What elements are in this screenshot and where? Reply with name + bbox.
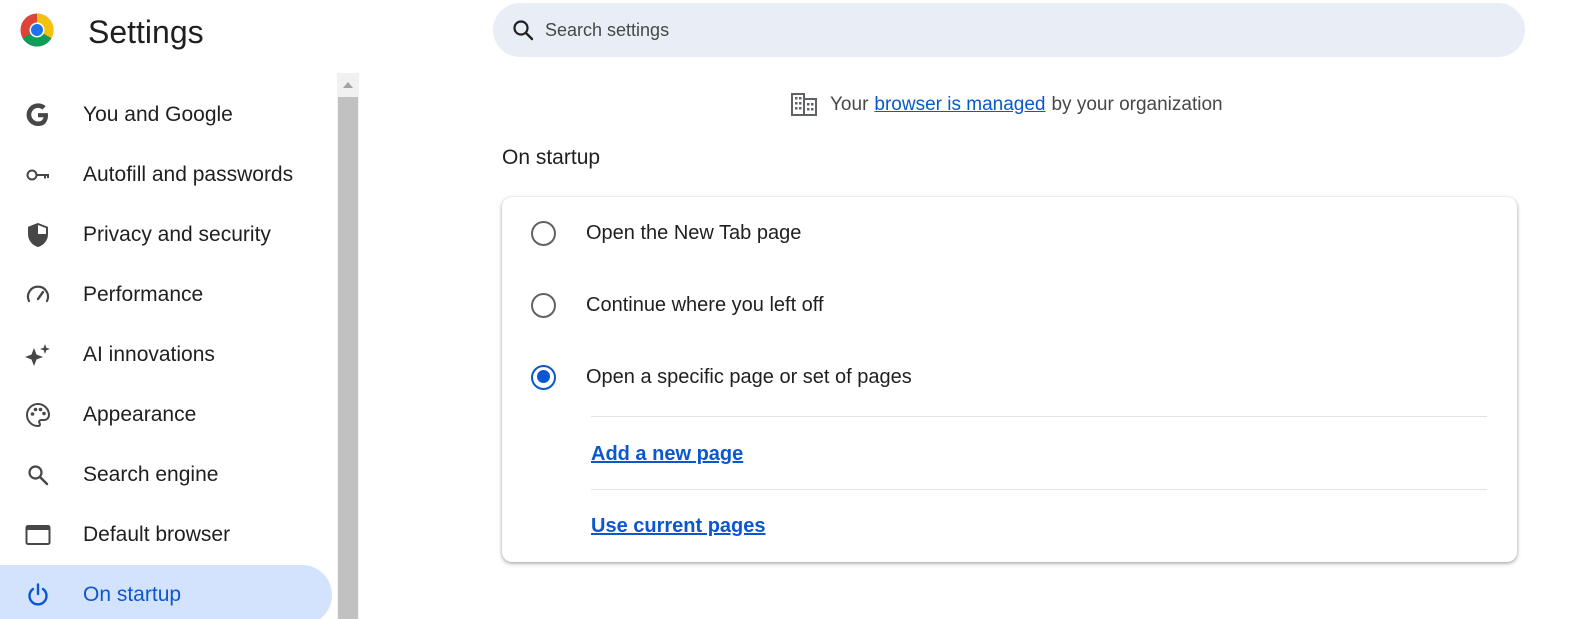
use-current-pages-link[interactable]: Use current pages bbox=[591, 515, 766, 538]
sidebar-item-default-browser[interactable]: Default browser bbox=[0, 505, 332, 565]
use-current-row: Use current pages bbox=[591, 506, 766, 546]
sparkle-icon bbox=[24, 341, 52, 369]
key-icon bbox=[24, 161, 52, 189]
palette-icon bbox=[24, 401, 52, 429]
sidebar-nav: You and Google Autofill and passwords Pr… bbox=[0, 85, 336, 619]
building-icon bbox=[791, 93, 817, 116]
google-g-icon bbox=[24, 101, 52, 129]
sidebar-item-label: Default browser bbox=[83, 523, 231, 546]
radio-button[interactable] bbox=[531, 292, 556, 318]
managed-notice: Your browser is managed by your organiza… bbox=[790, 90, 1223, 120]
sidebar-item-label: Autofill and passwords bbox=[83, 163, 294, 186]
search-icon bbox=[24, 461, 52, 489]
managed-prefix: Your bbox=[830, 94, 869, 115]
search-input[interactable] bbox=[545, 19, 1445, 41]
sidebar-item-label: Search engine bbox=[83, 463, 219, 486]
sidebar-item-you-and-google[interactable]: You and Google bbox=[0, 85, 332, 145]
search-bar[interactable] bbox=[493, 3, 1525, 57]
radio-label: Open the New Tab page bbox=[586, 221, 802, 244]
add-new-page-link[interactable]: Add a new page bbox=[591, 443, 743, 466]
scroll-up-arrow-icon[interactable] bbox=[337, 73, 359, 97]
sidebar-item-search-engine[interactable]: Search engine bbox=[0, 445, 332, 505]
sidebar-item-autofill[interactable]: Autofill and passwords bbox=[0, 145, 332, 205]
sidebar-item-label: Performance bbox=[83, 283, 204, 306]
shield-icon bbox=[24, 221, 52, 249]
chrome-logo-icon bbox=[19, 12, 55, 48]
divider bbox=[591, 416, 1487, 417]
scroll-thumb[interactable] bbox=[338, 97, 358, 619]
radio-row-continue[interactable]: Continue where you left off bbox=[502, 275, 1517, 335]
radio-label: Open a specific page or set of pages bbox=[586, 365, 912, 388]
speedometer-icon bbox=[24, 281, 52, 309]
section-title: On startup bbox=[502, 146, 601, 169]
sidebar-item-privacy[interactable]: Privacy and security bbox=[0, 205, 332, 265]
radio-label: Continue where you left off bbox=[586, 293, 824, 316]
radio-row-specific-pages[interactable]: Open a specific page or set of pages bbox=[502, 347, 1517, 407]
sidebar-item-on-startup[interactable]: On startup bbox=[0, 565, 332, 619]
sidebar-item-appearance[interactable]: Appearance bbox=[0, 385, 332, 445]
browser-window-icon bbox=[24, 521, 52, 549]
sidebar-item-label: AI innovations bbox=[83, 343, 215, 366]
radio-button[interactable] bbox=[531, 220, 556, 246]
radio-row-new-tab[interactable]: Open the New Tab page bbox=[502, 203, 1517, 263]
add-page-row: Add a new page bbox=[591, 434, 743, 474]
sidebar-item-label: You and Google bbox=[83, 103, 233, 126]
browser-managed-link[interactable]: browser is managed bbox=[874, 94, 1045, 116]
search-icon bbox=[513, 20, 534, 41]
page-title: Settings bbox=[88, 14, 204, 50]
settings-page: Settings You and Google Autofill and pas… bbox=[0, 0, 1576, 619]
sidebar-item-label: On startup bbox=[83, 583, 182, 606]
managed-suffix: by your organization bbox=[1051, 94, 1223, 115]
sidebar-item-ai-innovations[interactable]: AI innovations bbox=[0, 325, 332, 385]
radio-button-selected[interactable] bbox=[531, 364, 556, 390]
power-icon bbox=[24, 581, 52, 609]
sidebar-scrollbar[interactable] bbox=[337, 73, 359, 619]
sidebar-item-label: Appearance bbox=[83, 403, 197, 426]
sidebar-item-performance[interactable]: Performance bbox=[0, 265, 332, 325]
sidebar-item-label: Privacy and security bbox=[83, 223, 271, 246]
on-startup-card: Open the New Tab page Continue where you… bbox=[502, 197, 1517, 562]
divider bbox=[591, 489, 1487, 490]
